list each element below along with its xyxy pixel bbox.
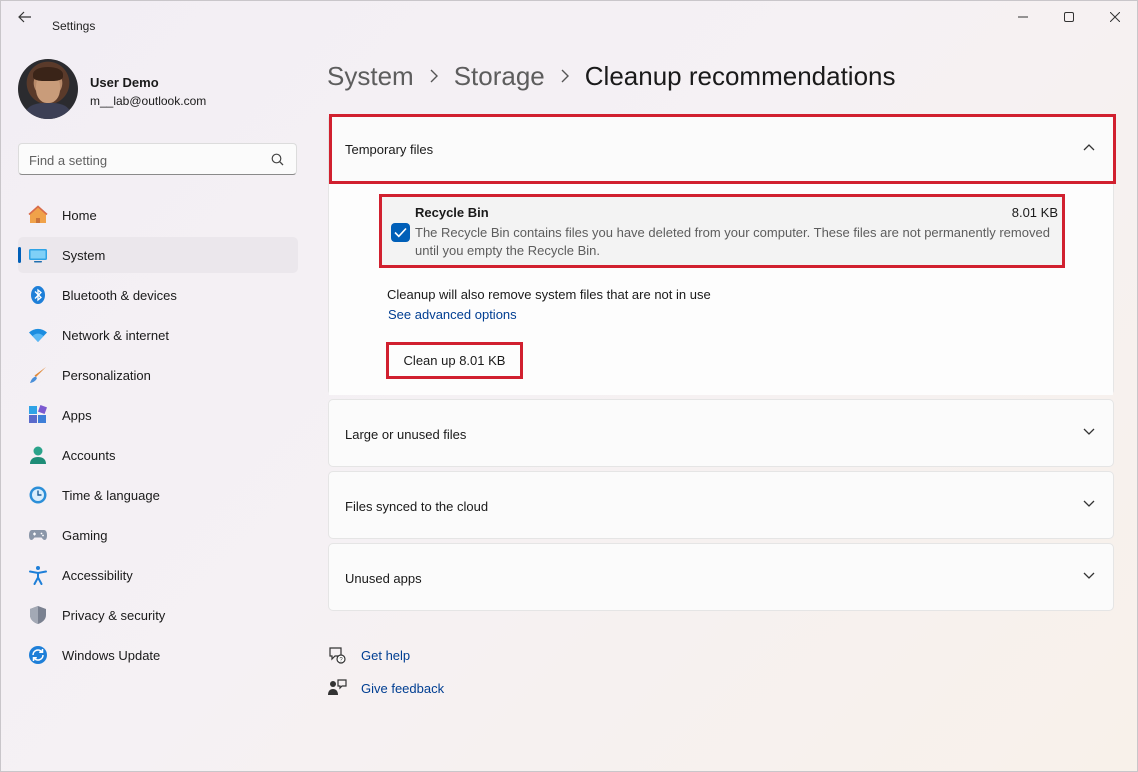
maximize-icon xyxy=(1064,12,1074,22)
chevron-right-icon xyxy=(545,68,585,86)
sidebar-item-label: Privacy & security xyxy=(62,608,166,623)
sidebar-item-system[interactable]: System xyxy=(18,237,298,273)
update-icon xyxy=(29,646,47,664)
user-name: User Demo xyxy=(90,75,159,90)
home-icon xyxy=(28,205,48,223)
get-help-label: Get help xyxy=(361,648,411,663)
get-help-link[interactable]: ? Get help xyxy=(327,645,447,667)
system-icon xyxy=(29,249,47,263)
sidebar-item-time-language[interactable]: Time & language xyxy=(18,477,298,513)
close-button[interactable] xyxy=(1095,7,1135,29)
sidebar-item-label: Accessibility xyxy=(62,568,133,583)
avatar xyxy=(18,59,78,119)
feedback-icon xyxy=(328,679,347,695)
sidebar-nav: Home System Bluetooth & devices Network … xyxy=(18,197,298,677)
brush-icon xyxy=(30,367,46,383)
search-icon[interactable] xyxy=(271,153,284,166)
sidebar-item-accessibility[interactable]: Accessibility xyxy=(18,557,298,593)
advanced-options-link[interactable]: See advanced options xyxy=(388,307,517,322)
sidebar-item-label: Windows Update xyxy=(62,648,161,663)
section-title: Files synced to the cloud xyxy=(345,499,489,514)
sidebar-item-windows-update[interactable]: Windows Update xyxy=(18,637,298,673)
gamepad-icon xyxy=(29,530,47,540)
sidebar-item-label: Home xyxy=(62,208,97,223)
sidebar-item-label: Apps xyxy=(62,408,92,423)
section-title: Large or unused files xyxy=(345,427,467,442)
back-arrow-icon xyxy=(18,11,31,23)
sidebar-item-label: Accounts xyxy=(62,448,116,463)
sidebar-item-label: Time & language xyxy=(62,488,160,503)
sidebar-item-label: Gaming xyxy=(62,528,108,543)
sidebar-item-privacy[interactable]: Privacy & security xyxy=(18,597,298,633)
chevron-right-icon xyxy=(414,68,454,86)
give-feedback-link[interactable]: Give feedback xyxy=(327,678,467,700)
sidebar-item-gaming[interactable]: Gaming xyxy=(18,517,298,553)
help-icon: ? xyxy=(329,647,346,664)
user-profile[interactable]: User Demo m__lab@outlook.com xyxy=(18,59,298,119)
sidebar-item-label: Personalization xyxy=(62,368,151,383)
settings-window: Settings User Demo m__lab@outlook.com Ho… xyxy=(0,0,1138,772)
sidebar-item-accounts[interactable]: Accounts xyxy=(18,437,298,473)
sidebar-item-network[interactable]: Network & internet xyxy=(18,317,298,353)
apps-icon xyxy=(29,405,47,423)
sidebar-item-apps[interactable]: Apps xyxy=(18,397,298,433)
maximize-button[interactable] xyxy=(1049,7,1089,29)
minimize-button[interactable] xyxy=(1003,7,1043,29)
search-input[interactable] xyxy=(29,150,264,170)
breadcrumb-storage[interactable]: Storage xyxy=(454,61,545,91)
minimize-icon xyxy=(1018,16,1028,18)
time-language-icon xyxy=(29,486,47,504)
back-button[interactable] xyxy=(13,11,37,29)
sidebar-item-personalization[interactable]: Personalization xyxy=(18,357,298,393)
large-unused-files-card[interactable]: Large or unused files xyxy=(328,399,1114,467)
highlight-box xyxy=(329,114,1116,184)
breadcrumb: System Storage Cleanup recommendations xyxy=(327,61,896,97)
chevron-down-icon xyxy=(1083,500,1095,507)
highlight-box xyxy=(379,194,1065,268)
title-bar: Settings xyxy=(1,1,1137,37)
chevron-down-icon xyxy=(1083,572,1095,579)
give-feedback-label: Give feedback xyxy=(361,681,445,696)
accessibility-icon xyxy=(29,566,47,585)
cloud-files-card[interactable]: Files synced to the cloud xyxy=(328,471,1114,539)
page-title: Cleanup recommendations xyxy=(584,61,896,91)
wifi-icon xyxy=(29,328,47,342)
accounts-icon xyxy=(30,446,46,464)
sidebar-item-label: Network & internet xyxy=(62,328,169,343)
unused-apps-card[interactable]: Unused apps xyxy=(328,543,1114,611)
cleanup-note: Cleanup will also remove system files th… xyxy=(387,287,711,302)
breadcrumb-system[interactable]: System xyxy=(327,61,414,91)
sidebar-item-home[interactable]: Home xyxy=(18,197,298,233)
shield-icon xyxy=(30,606,46,624)
user-email: m__lab@outlook.com xyxy=(90,94,207,108)
close-icon xyxy=(1109,11,1121,23)
search-box xyxy=(18,143,297,175)
bluetooth-icon xyxy=(31,286,45,304)
app-title: Settings xyxy=(52,19,96,33)
sidebar-item-bluetooth[interactable]: Bluetooth & devices xyxy=(18,277,298,313)
section-title: Unused apps xyxy=(345,571,422,586)
sidebar-item-label: Bluetooth & devices xyxy=(62,288,177,303)
sidebar-item-label: System xyxy=(62,248,106,263)
highlight-box xyxy=(386,342,523,379)
chevron-down-icon xyxy=(1083,428,1095,435)
